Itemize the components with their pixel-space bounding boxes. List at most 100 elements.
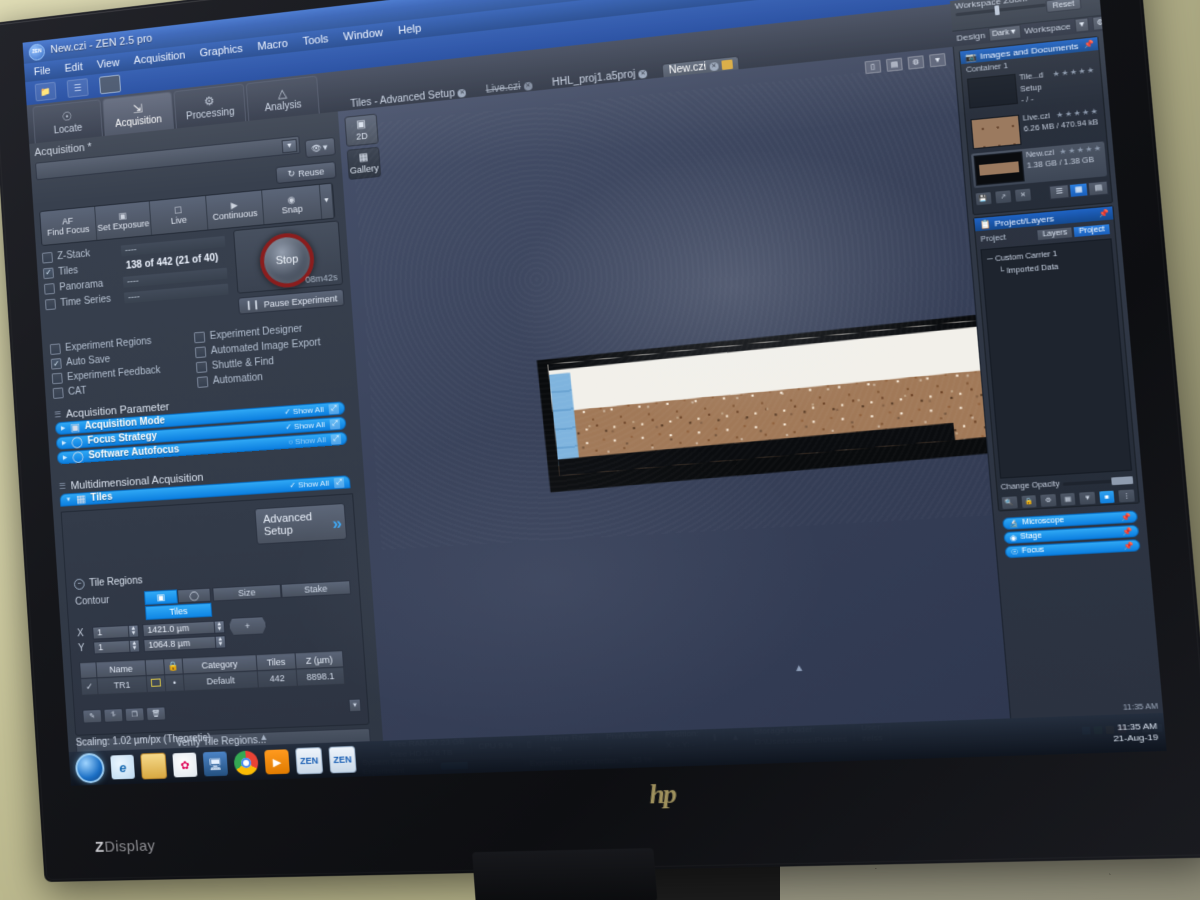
copy-icon[interactable]: ❐	[124, 707, 145, 722]
project-search-icon[interactable]: 🔍	[1000, 495, 1019, 511]
menu-window[interactable]: Window	[343, 26, 383, 42]
automated-image-export-checkbox[interactable]	[194, 346, 207, 359]
opacity-slider[interactable]	[1063, 476, 1134, 486]
taskbar-google-chrome[interactable]	[233, 750, 259, 776]
contour-ellipse-button[interactable]: ◯	[176, 587, 212, 604]
snap-button[interactable]: ◉ Snap	[262, 184, 323, 225]
y-count-stepper[interactable]: ▲ ▼	[128, 640, 140, 652]
row-color-swatch[interactable]	[146, 674, 166, 693]
save-icon[interactable]: 💾	[974, 190, 993, 206]
project-tree-box[interactable]: ─ Custom Carrier 1 └ Imported Data	[980, 238, 1133, 479]
view-menu-caret-icon[interactable]: ▼	[929, 52, 947, 68]
panorama-checkbox[interactable]	[43, 282, 55, 295]
pause-experiment-button[interactable]: ❙❙ Pause Experiment	[237, 288, 345, 315]
delete-icon[interactable]: 🗑	[145, 706, 167, 722]
chart-icon[interactable]: ☰	[66, 78, 89, 98]
popout-icon-2[interactable]: ⤢	[330, 433, 342, 445]
collapse-icon[interactable]: −	[73, 578, 85, 590]
set-exposure-button[interactable]: ▣ Set Exposure	[94, 201, 153, 240]
workspace-select[interactable]: ▼	[1073, 16, 1091, 33]
project-more-icon[interactable]: ⋮	[1117, 488, 1137, 504]
taskbar-zen-window-1[interactable]: ZEN	[295, 747, 324, 775]
export-icon[interactable]: ↗	[993, 188, 1013, 205]
tab-project[interactable]: Project	[1072, 223, 1112, 239]
menu-acquisition[interactable]: Acquisition	[133, 49, 185, 67]
menu-edit[interactable]: Edit	[64, 61, 83, 75]
close-icon-0[interactable]: ✕	[457, 88, 467, 98]
menu-help[interactable]: Help	[398, 22, 422, 37]
taskbar-vlc-player[interactable]: ▶	[264, 749, 290, 775]
tiles-segment-button[interactable]: Tiles	[144, 602, 213, 621]
reuse-button[interactable]: ↻ Reuse	[275, 161, 337, 185]
project-select-icon[interactable]: ■	[1097, 489, 1117, 505]
project-lock-icon[interactable]: 🔒	[1019, 494, 1039, 510]
y-size-stepper[interactable]: ▲ ▼	[214, 636, 226, 648]
taskbar-clock[interactable]: 11:35 AM 21-Aug-19	[1112, 721, 1159, 745]
x-count-input[interactable]: 1 ▲ ▼	[92, 624, 140, 640]
close-icon-3[interactable]: ✕	[709, 61, 719, 71]
menu-file[interactable]: File	[34, 64, 51, 77]
tile-regions-header[interactable]: − Tile Regions	[73, 575, 143, 590]
find-focus-button[interactable]: AF Find Focus	[40, 206, 97, 246]
pin-icon-5[interactable]: 📌	[1123, 541, 1134, 550]
contour-rect-button[interactable]: ▣	[143, 589, 178, 606]
timeseries-checkbox[interactable]	[44, 298, 57, 310]
image-viewport[interactable]: ▣ 2D ▦ Gallery ▯ ▤ ⚙ ▼ ▴	[337, 46, 1012, 741]
th-tiles[interactable]: Tiles	[256, 652, 297, 671]
chevron-right-icon-3[interactable]: ▶	[63, 454, 68, 461]
move-icon[interactable]: ⥮	[103, 708, 124, 723]
x-size-stepper[interactable]: ▲ ▼	[213, 621, 225, 633]
x-count-stepper[interactable]: ▲ ▼	[127, 625, 139, 637]
view-settings-gear-icon[interactable]: ⚙	[907, 55, 925, 70]
project-filter-icon[interactable]: ▼	[1078, 490, 1097, 506]
experiment-feedback-checkbox[interactable]	[51, 372, 63, 385]
layout-split-icon[interactable]: ▤	[885, 57, 903, 72]
continuous-button[interactable]: ▶ Continuous	[205, 190, 265, 230]
chevron-down-icon[interactable]: ▼	[281, 138, 298, 154]
project-grid-icon[interactable]: ▦	[1058, 491, 1078, 507]
menu-view[interactable]: View	[97, 56, 120, 70]
pencil-icon[interactable]: ✎	[82, 708, 103, 724]
zstack-checkbox[interactable]	[41, 251, 53, 264]
layout-single-icon[interactable]: ▯	[864, 59, 882, 75]
project-settings-icon[interactable]: ⚙	[1039, 492, 1058, 509]
workspace-zoom-reset-button[interactable]: Reset	[1045, 0, 1082, 14]
popout-icon-1[interactable]: ⤢	[329, 418, 341, 430]
pin-icon-4[interactable]: 📌	[1122, 527, 1133, 536]
pin-icon-3[interactable]: 📌	[1121, 512, 1132, 521]
close-icon-1[interactable]: ✕	[523, 81, 533, 91]
tiles-checkbox[interactable]: ✓	[42, 267, 54, 279]
popout-icon-tiles[interactable]: ⤢	[333, 477, 345, 488]
windows-start-orb[interactable]	[74, 752, 106, 784]
taskbar-paint[interactable]: ✿	[172, 752, 198, 778]
rename-icon[interactable]	[98, 74, 122, 95]
pin-icon[interactable]: 📌	[1084, 40, 1095, 50]
view-gallery-button[interactable]: ▦ Gallery	[346, 146, 382, 180]
y-size-input[interactable]: 1064.8 µm ▲ ▼	[143, 635, 227, 653]
taskbar-zen-window-2[interactable]: ZEN	[328, 745, 357, 774]
taskbar-windows-explorer[interactable]	[140, 752, 168, 780]
auto-save-checkbox[interactable]: ✓	[50, 358, 62, 370]
menu-tools[interactable]: Tools	[302, 33, 329, 48]
experiment-designer-checkbox[interactable]	[193, 331, 206, 344]
shuttle-and-find-checkbox[interactable]	[195, 361, 208, 374]
action-overflow-caret[interactable]: ▼	[319, 183, 335, 219]
detail-view-button[interactable]: ▤	[1087, 179, 1109, 196]
popout-icon-0[interactable]: ⤢	[328, 403, 340, 414]
automation-checkbox[interactable]	[196, 376, 209, 388]
taskbar-remote-desktop[interactable]: 🖥	[202, 751, 229, 777]
add-tile-region-button[interactable]: +	[228, 616, 267, 636]
folder-open-icon[interactable]: 📁	[34, 81, 57, 102]
row-checkbox[interactable]: ✓	[80, 677, 99, 696]
scaling-expand-caret[interactable]: ▲	[259, 732, 269, 742]
pin-icon-2[interactable]: 📌	[1099, 209, 1110, 219]
close-icon-2[interactable]: ✕	[638, 69, 648, 79]
software-autofocus-show-all[interactable]: ○ Show All	[288, 435, 326, 447]
tab-layers[interactable]: Layers	[1036, 226, 1074, 242]
cat-checkbox[interactable]	[52, 387, 64, 399]
eye-icon[interactable]: 👁▼	[304, 137, 336, 159]
advanced-setup-button[interactable]: Advanced Setup »	[254, 502, 348, 545]
y-count-input[interactable]: 1 ▲ ▼	[93, 639, 141, 655]
tiles-show-all[interactable]: ✓ Show All	[289, 479, 329, 491]
grid-view-button[interactable]: ▦	[1068, 181, 1090, 198]
